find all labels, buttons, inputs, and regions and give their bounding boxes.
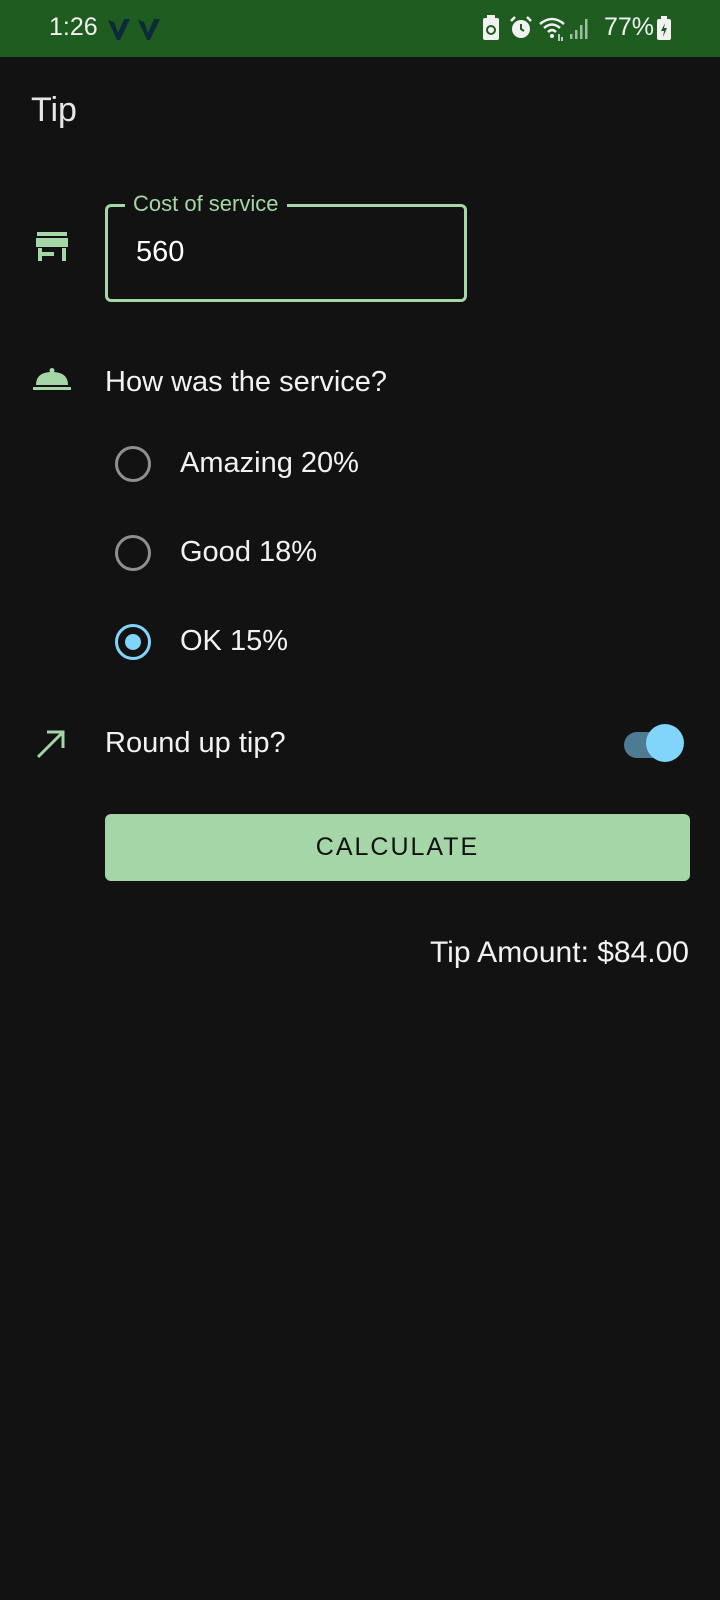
option-good[interactable]: Good 18%: [115, 533, 445, 573]
round-up-label: Round up tip?: [105, 727, 286, 759]
round-up-toggle[interactable]: [624, 722, 684, 762]
v-logo-icon: [106, 16, 132, 42]
page-title: Tip: [31, 91, 77, 129]
v-logo-icon: [136, 16, 162, 42]
calculate-button[interactable]: CALCULATE: [105, 814, 690, 881]
service-question: How was the service?: [105, 366, 388, 398]
option-amazing[interactable]: Amazing 20%: [115, 444, 445, 484]
toggle-thumb: [646, 724, 684, 762]
status-time: 1:26: [49, 13, 98, 41]
alarm-icon: [509, 14, 533, 47]
signal-icon: [568, 14, 590, 47]
data-saver-icon: [481, 14, 501, 47]
status-bar: 1:26 77%: [0, 0, 720, 57]
trending-up-arrow-icon: [35, 728, 67, 765]
option-label: Good 18%: [180, 536, 318, 568]
wifi-icon: [538, 14, 566, 47]
tip-amount-result: Tip Amount: $84.00: [429, 936, 689, 969]
radio-button[interactable]: [115, 535, 151, 571]
option-label: Amazing 20%: [180, 447, 359, 479]
cost-of-service-label: Cost of service: [125, 191, 287, 217]
battery-percentage: 77%: [604, 13, 655, 41]
radio-button[interactable]: [115, 446, 151, 482]
radio-button-selected[interactable]: [115, 624, 151, 660]
store-icon: [35, 231, 69, 268]
room-service-bell-icon: [33, 368, 71, 397]
option-label: OK 15%: [180, 625, 288, 657]
battery-charging-icon: [656, 14, 672, 47]
option-ok[interactable]: OK 15%: [115, 622, 445, 662]
cost-of-service-input[interactable]: [136, 232, 436, 272]
